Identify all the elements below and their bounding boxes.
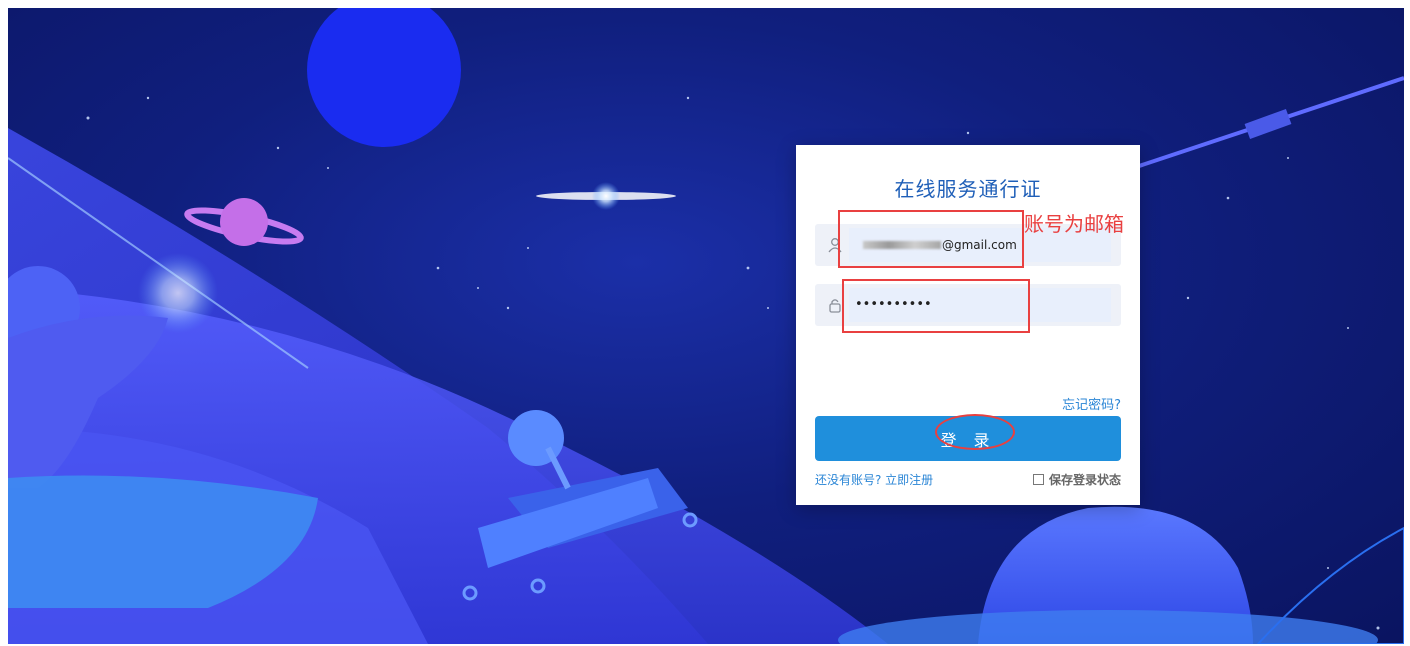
lock-icon bbox=[829, 299, 841, 313]
annotation-email-box bbox=[838, 210, 1024, 268]
login-title: 在线服务通行证 bbox=[894, 177, 1042, 201]
annotation-login-circle bbox=[935, 414, 1015, 450]
remember-label: 保存登录状态 bbox=[1048, 473, 1121, 487]
forgot-password-link[interactable]: 忘记密码? bbox=[1062, 394, 1121, 413]
annotation-password-box bbox=[842, 279, 1030, 333]
checkbox-icon[interactable] bbox=[1032, 474, 1044, 485]
register-link[interactable]: 还没有账号? 立即注册 bbox=[815, 471, 933, 488]
background-illustration bbox=[8, 8, 1404, 644]
space-background: 在线服务通行证 @gmail.com •••••••••• 忘记密码? 登 录 … bbox=[8, 8, 1404, 644]
remember-login-checkbox[interactable]: 保存登录状态 bbox=[1032, 471, 1121, 488]
annotation-account-note: 账号为邮箱 bbox=[1024, 212, 1124, 236]
